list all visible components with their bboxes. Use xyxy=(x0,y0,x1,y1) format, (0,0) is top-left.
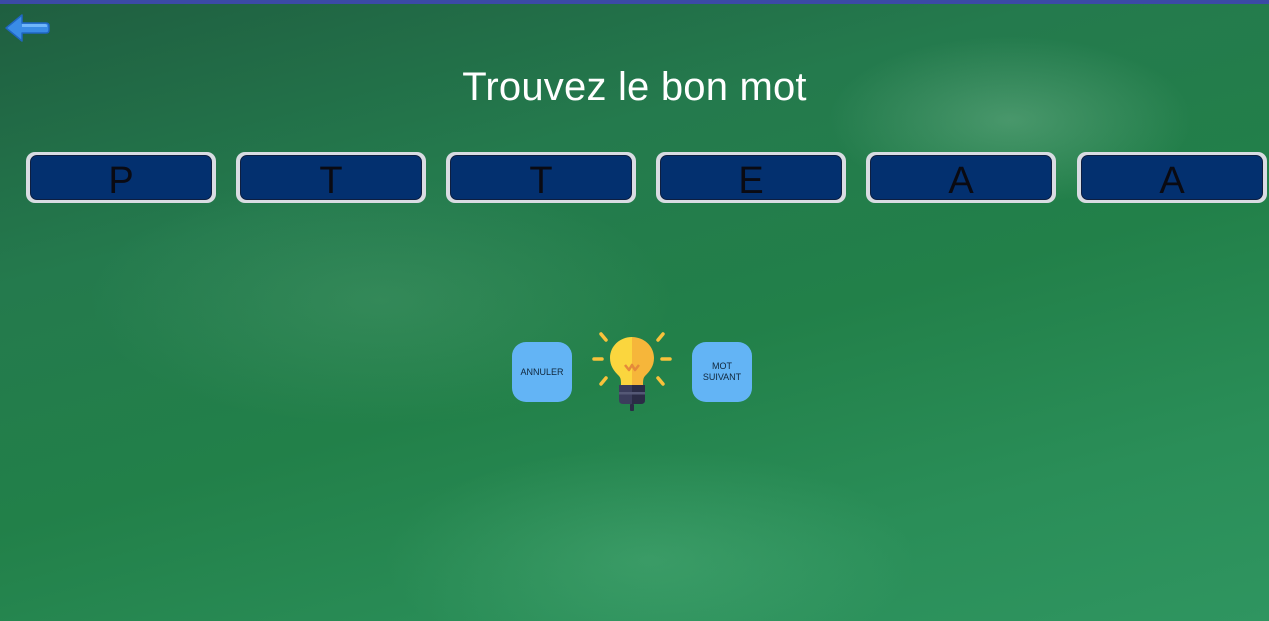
back-button[interactable] xyxy=(4,12,50,46)
letter-tiles: P T T E A A xyxy=(26,152,1269,203)
cancel-button[interactable]: ANNULER xyxy=(512,342,572,402)
letter-tile[interactable]: E xyxy=(656,152,846,203)
top-accent-strip xyxy=(0,0,1269,4)
letter-tile-face: P xyxy=(30,155,212,200)
letter-tile-label: A xyxy=(948,159,974,202)
letter-tile-face: T xyxy=(240,155,422,200)
letter-tile-label: P xyxy=(108,159,134,202)
letter-tile-face: A xyxy=(870,155,1052,200)
letter-tile-face: T xyxy=(450,155,632,200)
letter-tile[interactable]: A xyxy=(1077,152,1267,203)
letter-tile[interactable]: P xyxy=(26,152,216,203)
lightbulb-icon xyxy=(592,332,672,411)
letter-tile-label: T xyxy=(529,159,553,202)
letter-tile[interactable]: A xyxy=(866,152,1056,203)
letter-tile-label: T xyxy=(319,159,343,202)
hint-button[interactable] xyxy=(591,330,673,414)
letter-tile-face: A xyxy=(1081,155,1263,200)
arrow-left-icon xyxy=(5,14,50,42)
letter-tile-label: A xyxy=(1159,159,1185,202)
page-title: Trouvez le bon mot xyxy=(462,65,807,109)
letter-tile[interactable]: T xyxy=(446,152,636,203)
next-word-button[interactable]: MOT SUIVANT xyxy=(692,342,752,402)
game-screen: Trouvez le bon mot P T T E A A ANNULER M… xyxy=(0,0,1269,621)
letter-tile[interactable]: T xyxy=(236,152,426,203)
letter-tile-label: E xyxy=(738,159,764,202)
letter-tile-face: E xyxy=(660,155,842,200)
